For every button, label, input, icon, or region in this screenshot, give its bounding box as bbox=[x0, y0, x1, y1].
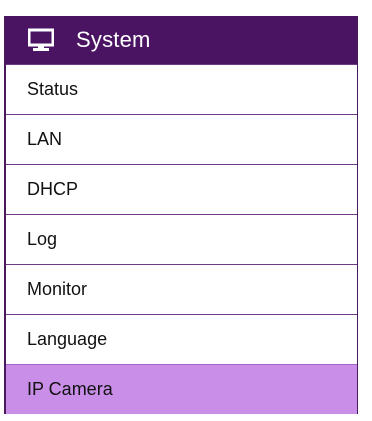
menu-item-monitor[interactable]: Monitor bbox=[6, 264, 357, 314]
monitor-icon bbox=[28, 27, 54, 53]
menu-item-label: Log bbox=[27, 229, 58, 249]
menu-item-label: Status bbox=[27, 79, 79, 99]
menu-item-dhcp[interactable]: DHCP bbox=[6, 164, 357, 214]
system-menu: System Status LAN DHCP Log Monitor Langu… bbox=[4, 16, 358, 414]
menu-item-lan[interactable]: LAN bbox=[6, 114, 357, 164]
menu-item-label: Monitor bbox=[27, 279, 88, 299]
menu-item-label: LAN bbox=[27, 129, 63, 149]
menu-item-ip-camera[interactable]: IP Camera bbox=[6, 364, 357, 414]
menu-item-log[interactable]: Log bbox=[6, 214, 357, 264]
menu-item-label: Language bbox=[27, 329, 108, 349]
menu-item-label: IP Camera bbox=[27, 379, 113, 399]
menu-item-label: DHCP bbox=[27, 179, 79, 199]
menu-header-system[interactable]: System bbox=[6, 16, 357, 64]
menu-item-status[interactable]: Status bbox=[6, 64, 357, 114]
menu-header-title: System bbox=[76, 27, 151, 52]
menu-item-language[interactable]: Language bbox=[6, 314, 357, 364]
